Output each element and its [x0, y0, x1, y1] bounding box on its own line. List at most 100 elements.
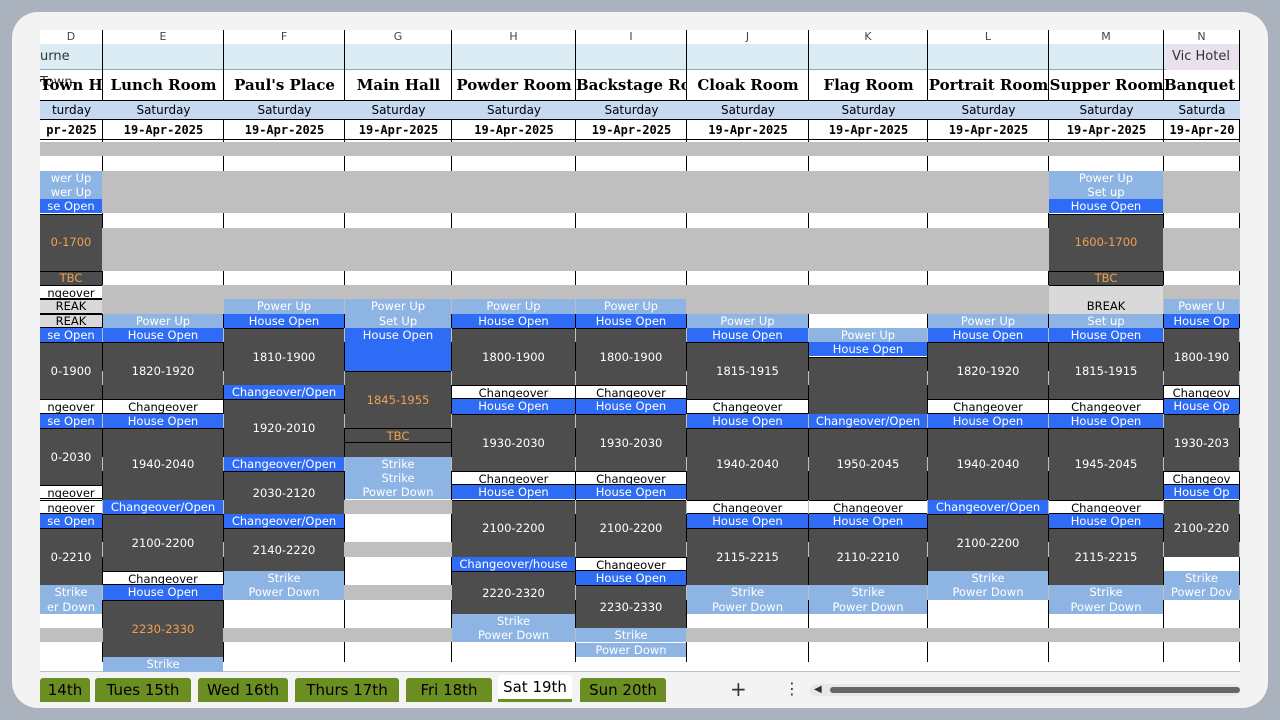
- schedule-block-ho[interactable]: House Open: [452, 399, 575, 414]
- empty-shaded-cell[interactable]: [576, 142, 687, 157]
- room-header[interactable]: Town Hall: [40, 70, 103, 100]
- day-cell[interactable]: Saturda: [1164, 100, 1240, 120]
- empty-shaded-cell[interactable]: [687, 285, 809, 300]
- schedule-block-show[interactable]: 1820-1920: [928, 342, 1048, 400]
- empty-shaded-cell[interactable]: [224, 199, 345, 214]
- schedule-block-show[interactable]: 1940-2040: [687, 428, 808, 500]
- schedule-block-show[interactable]: 1815-1915: [687, 342, 808, 400]
- schedule-block-show[interactable]: 1800-1900: [452, 327, 575, 386]
- empty-shaded-cell[interactable]: [103, 227, 224, 243]
- schedule-block-pd[interactable]: Power Down: [1049, 599, 1163, 614]
- empty-shaded-cell[interactable]: [1164, 227, 1240, 243]
- empty-shaded-cell[interactable]: [103, 285, 224, 300]
- schedule-block-ho[interactable]: Changeover/Open: [224, 456, 344, 471]
- sheet-tab[interactable]: 14th: [40, 678, 90, 702]
- schedule-block-pu[interactable]: Power Up: [809, 327, 927, 343]
- schedule-block-pd[interactable]: Power Dov: [1164, 585, 1239, 600]
- empty-shaded-cell[interactable]: [345, 184, 452, 200]
- date-cell[interactable]: 19-Apr-2025: [928, 120, 1049, 140]
- schedule-block-co[interactable]: ngeover: [40, 499, 102, 514]
- schedule-block-ho[interactable]: House Open: [1049, 327, 1163, 343]
- empty-shaded-cell[interactable]: [687, 170, 809, 185]
- sheet-tab[interactable]: Sun 20th: [580, 678, 666, 702]
- scroll-left-icon[interactable]: ◀: [814, 684, 822, 696]
- schedule-block-show[interactable]: 2140-2220: [224, 528, 344, 571]
- schedule-block-show[interactable]: 1800-1900: [576, 327, 686, 386]
- schedule-block-su[interactable]: Set up: [1049, 184, 1163, 200]
- empty-shaded-cell[interactable]: [928, 142, 1049, 157]
- schedule-block-showor[interactable]: 2230-2330: [103, 599, 223, 657]
- date-cell[interactable]: 19-Apr-2025: [1049, 120, 1164, 140]
- schedule-block-ho[interactable]: se Open: [40, 199, 102, 214]
- schedule-block-pd[interactable]: Power Down: [452, 628, 575, 643]
- empty-shaded-cell[interactable]: [40, 142, 103, 157]
- empty-shaded-cell[interactable]: [1049, 142, 1164, 157]
- empty-shaded-cell[interactable]: [687, 242, 809, 257]
- schedule-block-show[interactable]: 1930-203: [1164, 413, 1239, 471]
- date-cell[interactable]: 19-Apr-2025: [345, 120, 452, 140]
- empty-shaded-cell[interactable]: [345, 227, 452, 243]
- schedule-block-showor[interactable]: TBC: [1049, 270, 1163, 285]
- empty-shaded-cell[interactable]: [687, 227, 809, 243]
- empty-shaded-cell[interactable]: [224, 170, 345, 185]
- empty-shaded-cell[interactable]: [103, 142, 224, 157]
- empty-shaded-cell[interactable]: [452, 285, 576, 300]
- empty-shaded-cell[interactable]: [103, 299, 224, 314]
- schedule-block-co[interactable]: Changeover: [576, 385, 686, 400]
- schedule-block-co[interactable]: ngeover: [40, 399, 102, 414]
- empty-shaded-cell[interactable]: [687, 184, 809, 200]
- empty-shaded-cell[interactable]: [224, 227, 345, 243]
- empty-shaded-cell[interactable]: [224, 285, 345, 300]
- schedule-block-su[interactable]: Set Up: [345, 313, 451, 328]
- schedule-block-st[interactable]: Strike: [224, 571, 344, 586]
- schedule-block-show[interactable]: [809, 356, 927, 414]
- empty-shaded-cell[interactable]: [928, 227, 1049, 243]
- date-cell[interactable]: 19-Apr-2025: [103, 120, 224, 140]
- day-cell[interactable]: Saturday: [928, 100, 1049, 120]
- schedule-block-ho[interactable]: House Open: [809, 342, 927, 357]
- empty-shaded-cell[interactable]: [1164, 184, 1240, 200]
- empty-shaded-cell[interactable]: [809, 256, 928, 271]
- schedule-block-ho[interactable]: House Open: [576, 571, 686, 586]
- empty-shaded-cell[interactable]: [224, 256, 345, 271]
- schedule-block-st[interactable]: Strike: [576, 628, 686, 643]
- empty-shaded-cell[interactable]: [1164, 628, 1240, 643]
- schedule-block-st[interactable]: Strike: [1164, 571, 1239, 586]
- schedule-block-co[interactable]: Changeover: [103, 399, 223, 414]
- room-header[interactable]: Flag Room: [809, 70, 928, 100]
- schedule-block-co[interactable]: Changeover: [576, 470, 686, 486]
- empty-shaded-cell[interactable]: [809, 184, 928, 200]
- empty-shaded-cell[interactable]: [452, 242, 576, 257]
- empty-shaded-cell[interactable]: [576, 256, 687, 271]
- room-header[interactable]: Backstage Room: [576, 70, 687, 100]
- schedule-block-co[interactable]: Changeover: [452, 385, 575, 400]
- empty-shaded-cell[interactable]: [224, 628, 345, 643]
- schedule-block-brk[interactable]: REAK: [40, 299, 102, 314]
- empty-shaded-cell[interactable]: [103, 184, 224, 200]
- schedule-block-ho[interactable]: Changeover/Open: [809, 413, 927, 428]
- empty-shaded-cell[interactable]: [928, 299, 1049, 314]
- schedule-block-pd[interactable]: Power Down: [224, 585, 344, 600]
- schedule-block-ho[interactable]: Changeover/Open: [224, 513, 344, 529]
- empty-shaded-cell[interactable]: [687, 142, 809, 157]
- schedule-block-show[interactable]: 2220-2320: [452, 571, 575, 614]
- empty-shaded-cell[interactable]: [1164, 170, 1240, 185]
- schedule-block-ho[interactable]: House Open: [103, 413, 223, 428]
- schedule-block-show[interactable]: 1940-2040: [103, 428, 223, 500]
- schedule-block-ho[interactable]: Changeover/house: [452, 556, 575, 571]
- schedule-block-show[interactable]: 2100-220: [1164, 499, 1239, 557]
- room-header[interactable]: Paul's Place: [224, 70, 345, 100]
- schedule-block-pu[interactable]: Power U: [1164, 299, 1239, 314]
- schedule-block-co[interactable]: Changeover: [928, 399, 1048, 414]
- schedule-block-show[interactable]: 1810-1900: [224, 327, 344, 386]
- room-header[interactable]: Lunch Room: [103, 70, 224, 100]
- schedule-block-st[interactable]: Strike: [345, 456, 451, 471]
- schedule-block-st[interactable]: Strike: [1049, 585, 1163, 600]
- empty-shaded-cell[interactable]: [103, 256, 224, 271]
- empty-shaded-cell[interactable]: [809, 299, 928, 314]
- empty-shaded-cell[interactable]: [452, 184, 576, 200]
- schedule-block-show[interactable]: 1920-2010: [224, 399, 344, 457]
- empty-shaded-cell[interactable]: [452, 170, 576, 185]
- schedule-block-co[interactable]: ngeover: [40, 285, 102, 300]
- more-sheets-button[interactable]: ⋮: [784, 678, 800, 700]
